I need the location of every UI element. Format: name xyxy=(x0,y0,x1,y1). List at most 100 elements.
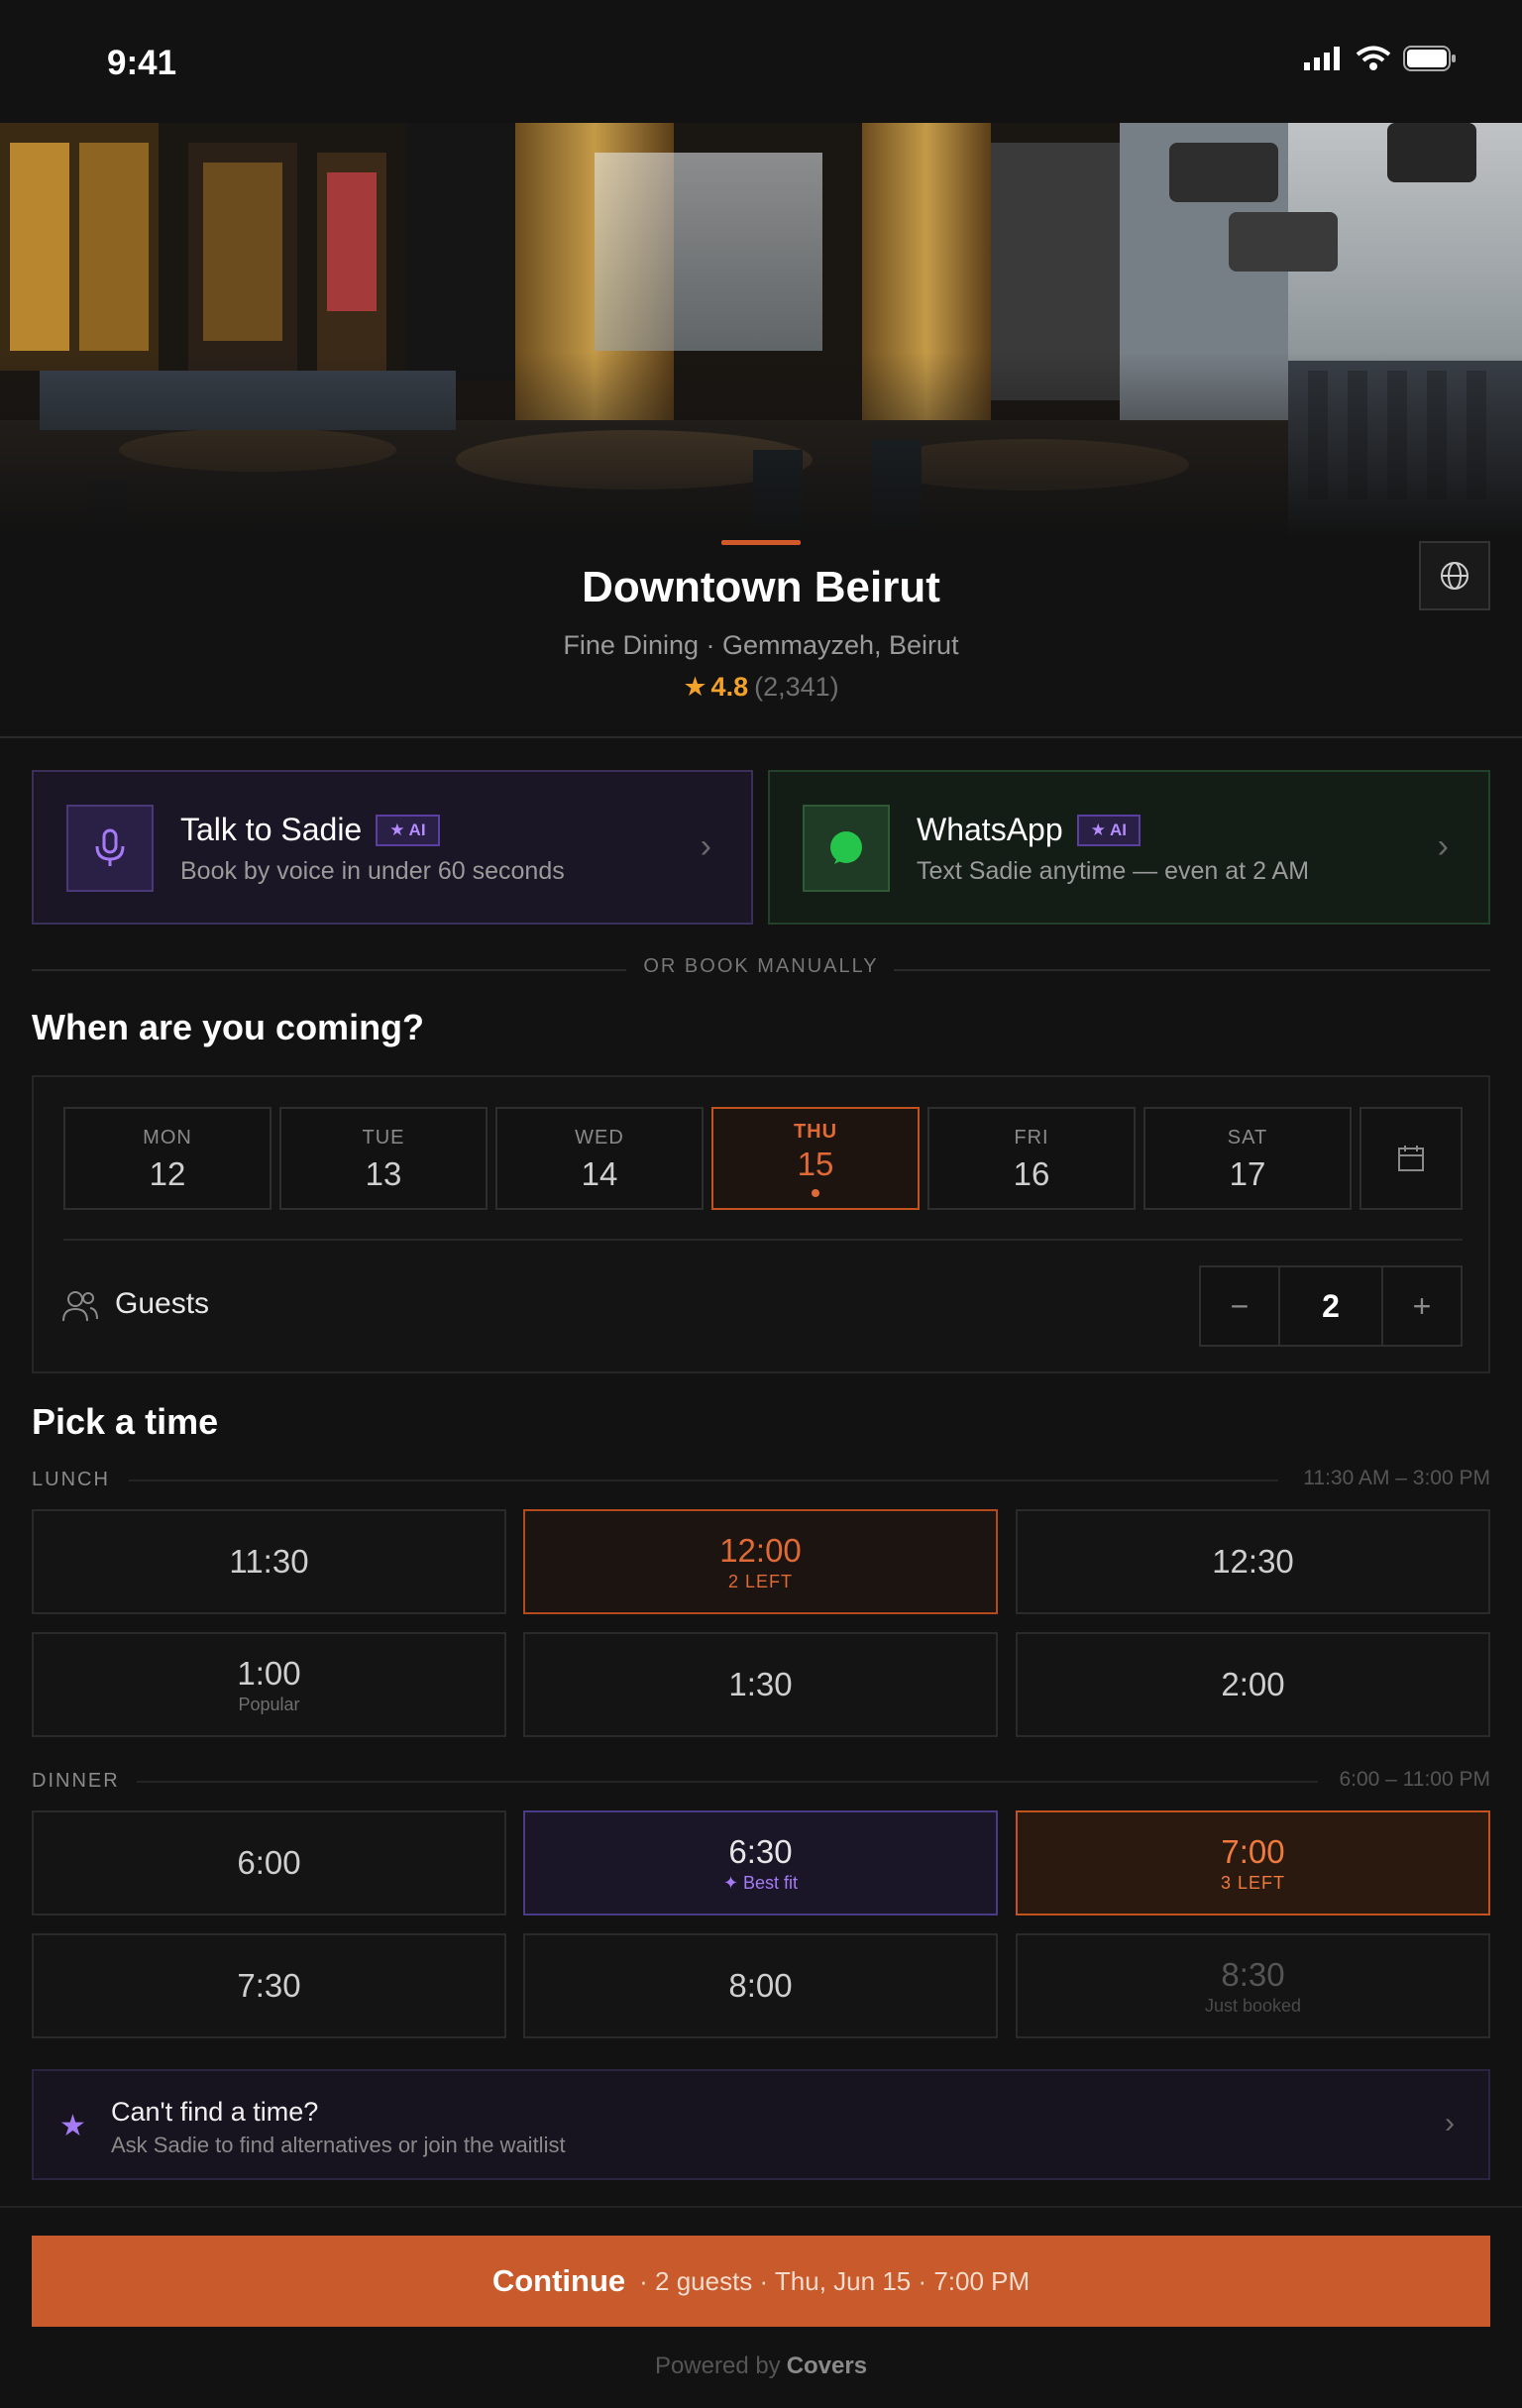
slot-time: 2:00 xyxy=(1221,1666,1285,1702)
slot-time: 7:30 xyxy=(237,1967,301,2004)
time-slot-selected[interactable]: 7:00 3 LEFT xyxy=(1016,1810,1490,1915)
star-icon: ★ xyxy=(59,2110,86,2142)
slot-note: Popular xyxy=(238,1694,300,1714)
guests-count: 2 xyxy=(1278,1267,1383,1345)
day-of-week: WED xyxy=(575,1127,624,1149)
lunch-hours: 11:30 AM – 3:00 PM xyxy=(1303,1467,1490,1489)
time-slot[interactable]: 11:30 xyxy=(32,1509,506,1614)
slot-note: ✦ Best fit xyxy=(722,1872,799,1893)
time-slot[interactable]: 1:30 xyxy=(523,1632,998,1737)
time-slot[interactable]: 8:00 xyxy=(523,1933,998,2038)
pick-time-section-title: Pick a time xyxy=(32,1401,219,1442)
status-bar: 9:41 xyxy=(0,0,1522,123)
microphone-icon xyxy=(95,828,125,866)
star-icon: ★ xyxy=(683,672,707,702)
agent-title: WhatsApp ★ AI xyxy=(917,812,1141,848)
globe-icon xyxy=(1441,562,1468,590)
venue-name: Downtown Beirut xyxy=(582,563,940,611)
date-option[interactable]: MON 12 xyxy=(63,1107,272,1210)
time-slot[interactable]: 7:30 xyxy=(32,1933,506,2038)
venue-rating: ★ 4.8 (2,341) xyxy=(0,672,1522,703)
calendar-icon xyxy=(1398,1146,1424,1171)
time-slot[interactable]: 1:00 Popular xyxy=(32,1632,506,1737)
agent-description: Text Sadie anytime — even at 2 AM xyxy=(917,857,1310,885)
slot-note: 2 LEFT xyxy=(727,1571,794,1591)
day-of-week: FRI xyxy=(1014,1127,1049,1149)
continue-label: Continue xyxy=(491,2263,626,2298)
agent-description: Book by voice in under 60 seconds xyxy=(180,857,565,885)
battery-icon xyxy=(1403,46,1456,71)
agent-title: Talk to Sadie ★ AI xyxy=(180,812,440,848)
wifi-icon xyxy=(1356,46,1391,70)
divider-line xyxy=(137,1781,1318,1783)
day-number: 12 xyxy=(149,1155,186,1192)
guests-label: Guests xyxy=(115,1287,210,1320)
time-slot-best-fit[interactable]: 6:30 ✦ Best fit xyxy=(523,1810,998,1915)
chat-bubble-icon xyxy=(830,831,862,864)
slot-time: 7:00 xyxy=(1221,1832,1285,1870)
agent-icon-box xyxy=(66,805,154,892)
waitlist-subtitle: Ask Sadie to find alternatives or join t… xyxy=(111,2133,566,2157)
panel-divider xyxy=(63,1239,1463,1241)
slot-time: 8:30 xyxy=(1221,1955,1285,1993)
date-option[interactable]: WED 14 xyxy=(495,1107,704,1210)
agent-icon-box xyxy=(803,805,890,892)
when-section-title: When are you coming? xyxy=(32,1007,425,1047)
time-slot[interactable]: 6:00 xyxy=(32,1810,506,1915)
continue-button[interactable]: Continue · 2 guests · Thu, Jun 15 · 7:00… xyxy=(32,2236,1490,2327)
date-option[interactable]: FRI 16 xyxy=(927,1107,1136,1210)
brand-name: Covers xyxy=(786,2353,868,2379)
lunch-label: LUNCH xyxy=(32,1469,110,1490)
slot-time: 1:30 xyxy=(728,1666,793,1702)
slot-note: Just booked xyxy=(1204,1995,1302,2016)
slot-time: 6:00 xyxy=(237,1844,301,1881)
date-option[interactable]: TUE 13 xyxy=(279,1107,488,1210)
powered-by-text: Powered by xyxy=(654,2353,781,2379)
language-button[interactable] xyxy=(1419,541,1490,610)
day-of-week: THU xyxy=(793,1121,838,1143)
waitlist-card[interactable]: ★ Can't find a time? Ask Sadie to find a… xyxy=(32,2069,1490,2180)
status-icons xyxy=(1304,46,1457,71)
or-book-manually-label: OR BOOK MANUALLY xyxy=(643,955,879,977)
chevron-right-icon: › xyxy=(1445,2107,1455,2139)
time-slot[interactable]: 12:00 2 LEFT xyxy=(523,1509,998,1614)
slot-time: 1:00 xyxy=(237,1654,301,1692)
powered-by: Powered by Covers xyxy=(0,2353,1522,2380)
selected-dot xyxy=(812,1189,819,1197)
day-number: 16 xyxy=(1013,1155,1050,1192)
venue-subtitle: Fine Dining · Gemmayzeh, Beirut xyxy=(563,630,959,660)
time-slot-unavailable: 8:30 Just booked xyxy=(1016,1933,1490,2038)
slot-note: 3 LEFT xyxy=(1220,1872,1286,1893)
increase-guests-button[interactable]: + xyxy=(1383,1267,1461,1345)
slot-time: 11:30 xyxy=(229,1543,309,1580)
divider-line xyxy=(129,1479,1278,1481)
header-divider xyxy=(0,736,1522,738)
calendar-button[interactable] xyxy=(1359,1107,1463,1210)
whatsapp-card[interactable]: WhatsApp ★ AI Text Sadie anytime — even … xyxy=(768,770,1490,925)
talk-to-sadie-card[interactable]: Talk to Sadie ★ AI Book by voice in unde… xyxy=(32,770,753,925)
day-number: 15 xyxy=(797,1146,834,1182)
date-option[interactable]: SAT 17 xyxy=(1143,1107,1352,1210)
booking-summary: · 2 guests · Thu, Jun 15 · 7:00 PM xyxy=(639,2265,1031,2296)
chevron-right-icon: › xyxy=(1437,827,1449,865)
rating-count: (2,341) xyxy=(754,672,839,702)
dinner-label: DINNER xyxy=(32,1770,120,1792)
day-number: 17 xyxy=(1229,1155,1266,1192)
agent-title-text: Talk to Sadie xyxy=(180,812,363,847)
slot-time: 8:00 xyxy=(728,1967,793,2004)
footer-divider xyxy=(0,2206,1522,2208)
rating-score: 4.8 xyxy=(710,672,749,702)
date-guests-panel: MON 12 TUE 13 WED 14 THU 15 FRI 16 SAT 1… xyxy=(32,1075,1490,1373)
time-slot[interactable]: 2:00 xyxy=(1016,1632,1490,1737)
day-number: 14 xyxy=(581,1155,618,1192)
decrease-guests-button[interactable]: − xyxy=(1201,1267,1278,1345)
restaurant-hero-image xyxy=(0,123,1522,539)
slot-time: 12:00 xyxy=(719,1531,802,1569)
time-slot[interactable]: 12:30 xyxy=(1016,1509,1490,1614)
day-of-week: SAT xyxy=(1227,1127,1268,1149)
slot-time: 6:30 xyxy=(728,1832,793,1870)
guests-stepper: − 2 + xyxy=(1199,1265,1463,1347)
chevron-right-icon: › xyxy=(700,827,711,865)
ai-badge: ★ AI xyxy=(1076,814,1141,846)
date-option-selected[interactable]: THU 15 xyxy=(711,1107,920,1210)
